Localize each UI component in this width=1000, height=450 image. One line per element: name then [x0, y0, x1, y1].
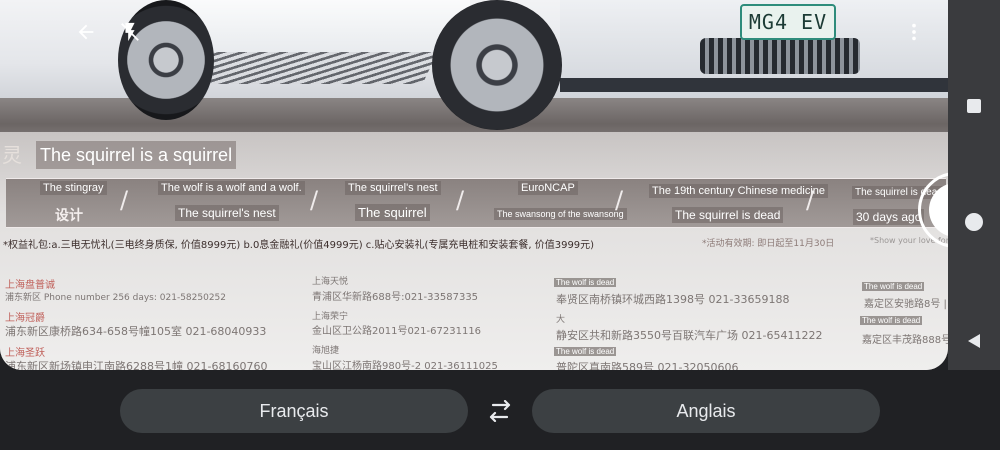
car-bumper: [560, 78, 948, 92]
band-divider: /: [615, 186, 624, 214]
dealer-address: 嘉定区安驰路8号 | 幢|层A区: [864, 299, 948, 310]
band-bottom-label: 30 days ago: [853, 209, 925, 225]
capture-button-inner: [929, 183, 948, 237]
dealer-tag: The wolf is dead: [862, 282, 925, 291]
band-divider: /: [120, 186, 129, 214]
dealer-address: 嘉定区丰茂路888号 | 幢: [862, 335, 948, 346]
band-bottom-label: 设计: [55, 207, 83, 223]
dealer-address: 浦东新区 Phone number 256 days: 021-58250252: [5, 293, 226, 303]
translated-headline: The squirrel is a squirrel: [36, 141, 237, 169]
dealer-tag: The wolf is dead: [554, 347, 617, 356]
band-top-label: The 19th century Chinese medicine: [649, 184, 829, 198]
band-divider: /: [310, 186, 319, 214]
band-top-label: The wolf is a wolf and a wolf.: [158, 181, 305, 195]
square-recents-icon[interactable]: [964, 96, 984, 116]
arrow-left-icon[interactable]: [72, 18, 100, 46]
dealer-address: 青浦区华新路688号:021-33587335: [312, 292, 479, 303]
license-plate: MG4 EV: [740, 4, 836, 40]
band-bottom-label: The squirrel's nest: [175, 205, 279, 221]
dealer-tag: The wolf is dead: [860, 316, 923, 325]
band-top-label: The stingray: [40, 181, 107, 195]
band-bottom-label: The swansong of the swansong: [494, 208, 627, 220]
language-bar: Français Anglais: [0, 370, 1000, 450]
dealer-address: 奉贤区南桥镇环城西路1398号 021-33659188: [556, 293, 790, 306]
swap-horizontal-icon[interactable]: [482, 397, 518, 425]
target-language-button[interactable]: Anglais: [532, 389, 880, 433]
headline-prefix: 灵: [2, 143, 22, 167]
system-navigation-bar: [948, 0, 1000, 370]
band-top-label: EuroNCAP: [518, 181, 578, 195]
dealer-name: 上海荣宁: [312, 312, 349, 322]
dealer-name: 上海盘普诚: [5, 280, 55, 291]
dealer-name: 海旭捷: [312, 346, 340, 356]
band-bottom-label: The squirrel is dead: [672, 207, 784, 223]
more-vert-icon[interactable]: [900, 18, 928, 46]
promo-deadline: *活动有效期: 即日起至11月30日: [702, 239, 835, 249]
triangle-back-icon[interactable]: [964, 331, 984, 351]
dealer-name: 上海天悦: [312, 277, 349, 287]
dealer-name: 上海冠爵: [5, 313, 45, 324]
promo-text: *权益礼包:a.三电无忧礼(三电终身质保, 价值8999元) b.0息金融礼(价…: [3, 240, 595, 251]
dealer-address: 宝山区江杨南路980号-2 021-36111025: [312, 361, 498, 370]
camera-viewport[interactable]: MG4 EV 灵 The squirrel is a squirrel The …: [0, 0, 948, 370]
dealer-address: 普陀区真南路589号 021-32050606: [556, 361, 739, 370]
band-divider: /: [806, 186, 815, 214]
dealer-name: 上海圣跃: [5, 348, 45, 359]
car-wheel-right: [432, 0, 562, 130]
dealer-tag: The wolf is dead: [554, 278, 617, 287]
dealer-address: 浦东新区康桥路634-658号幢105室 021-68040933: [5, 325, 267, 338]
dealer-tag: 大: [556, 315, 566, 325]
circle-home-icon[interactable]: [964, 212, 984, 232]
dealer-address: 金山区卫公路2011号021-67231116: [312, 326, 482, 337]
band-top-label: The squirrel's nest: [345, 181, 441, 195]
band-divider: /: [456, 186, 465, 214]
source-language-button[interactable]: Français: [120, 389, 468, 433]
dealer-address: 浦东新区新场镇申江南路6288号1幢 021-68160760: [5, 360, 268, 370]
band-bottom-label: The squirrel: [355, 204, 430, 221]
dealer-address: 静安区共和新路3550号百联汽车广场 021-65411222: [556, 329, 823, 342]
flash-off-icon[interactable]: [116, 18, 144, 46]
car-grille: [700, 38, 860, 74]
